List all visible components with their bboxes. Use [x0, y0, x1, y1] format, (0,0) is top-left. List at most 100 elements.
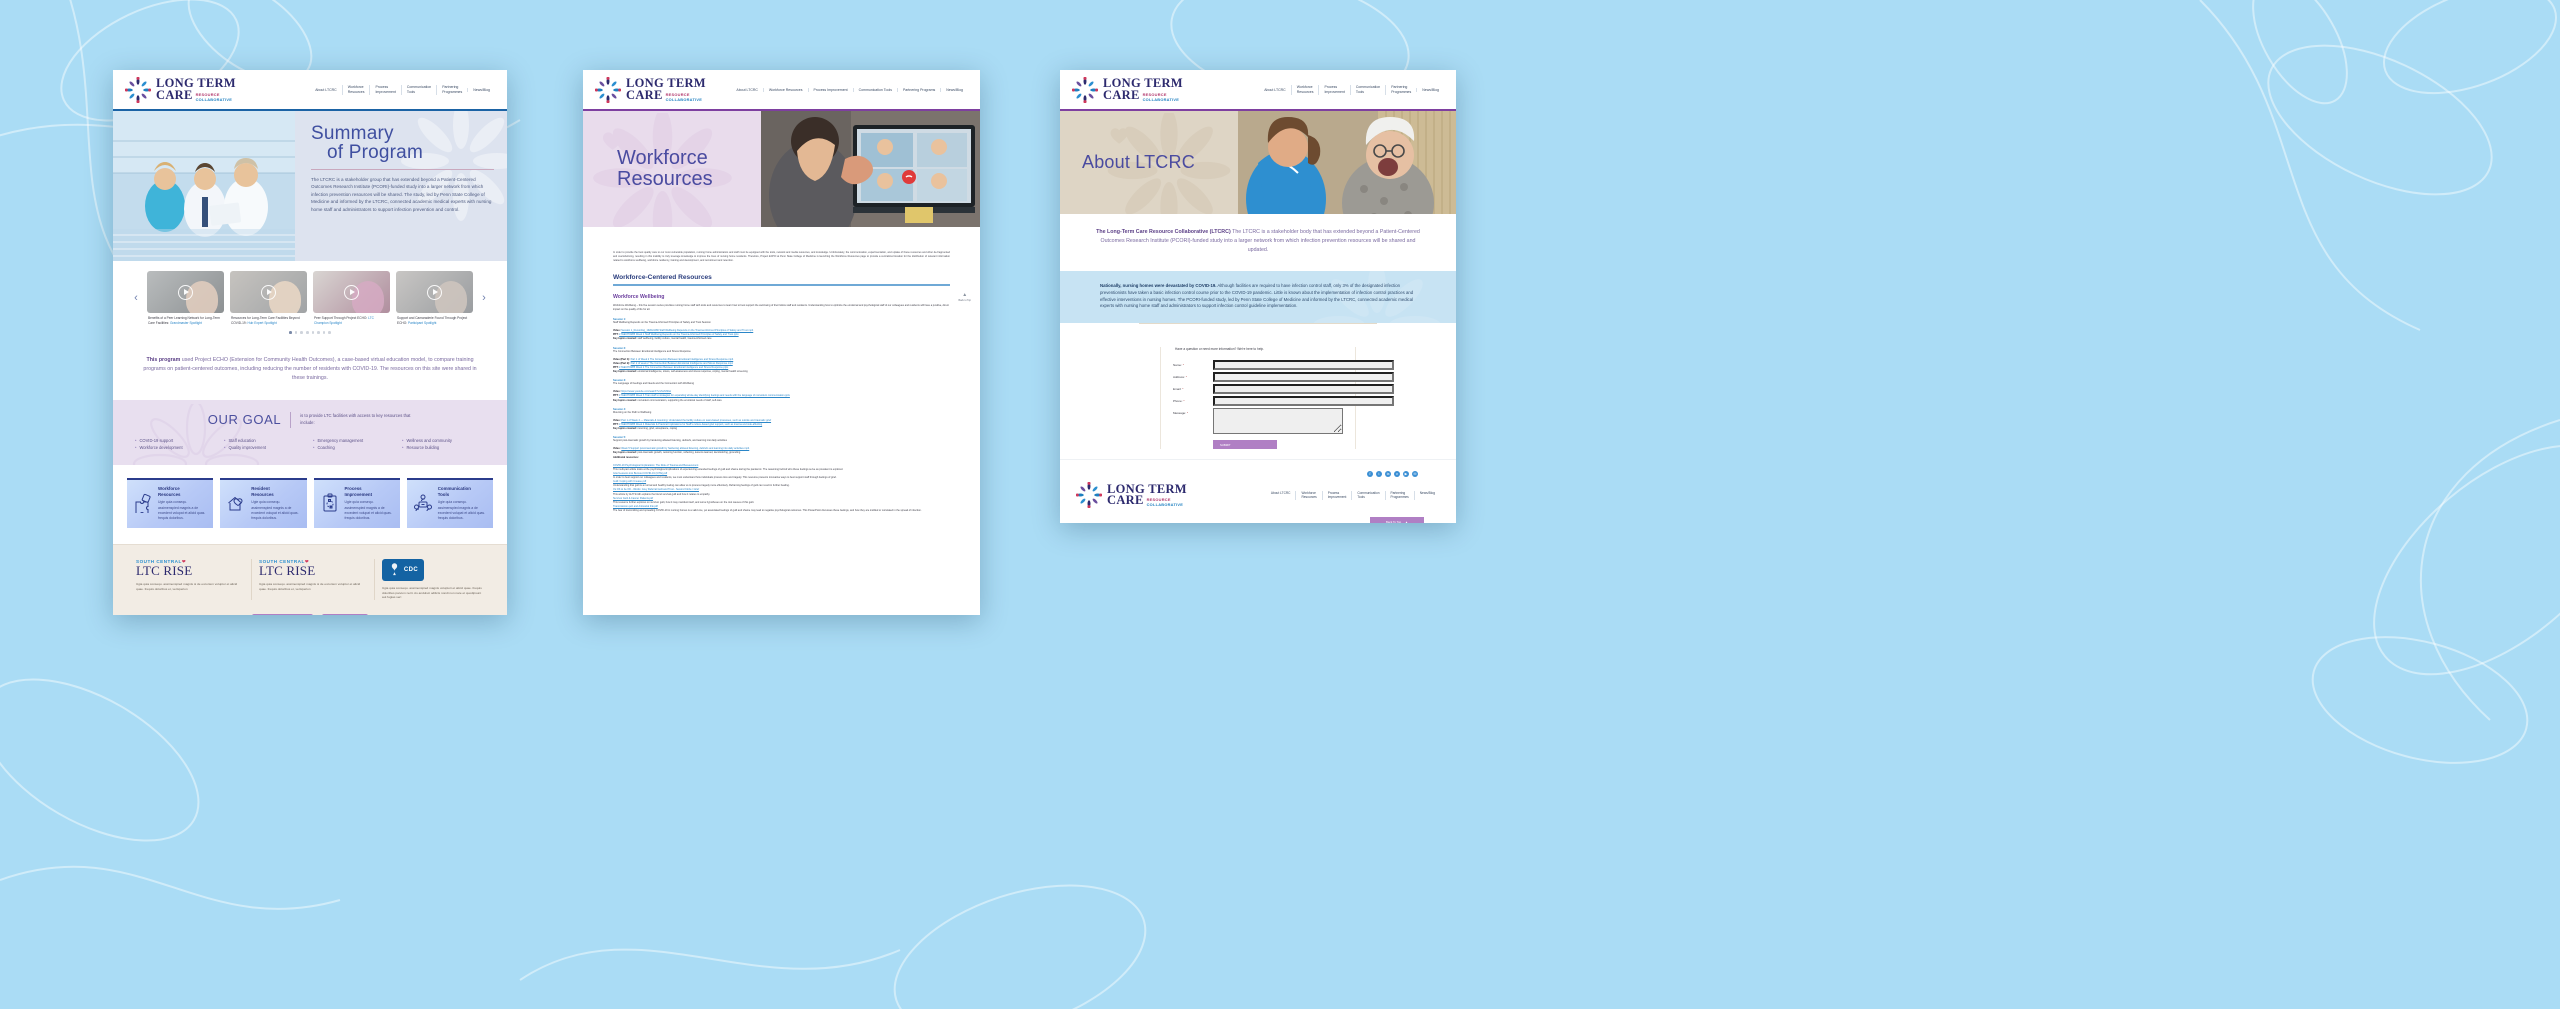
site-logo[interactable]: LONG TERM CARE RESOURCE COLLABORATIVE [125, 77, 236, 103]
footer-nav-partnering-programs[interactable]: Partnering Programmes [1384, 490, 1414, 500]
carousel-dot[interactable] [322, 331, 326, 334]
request-assistance-button[interactable]: Request assistance [321, 614, 368, 615]
email-input[interactable] [1213, 384, 1394, 395]
carousel-dot[interactable] [294, 331, 298, 334]
nav-item-workforce-resources[interactable]: Workforce Resources [762, 87, 808, 93]
back-to-top-button[interactable]: Back To Top ▲ [1370, 517, 1424, 523]
line-link[interactable]: LTGECHO#85 Week 1 Staff Wellbeing Depend… [619, 333, 738, 336]
line-link[interactable]: LTGECHO#85 Week 3 Train staff to strateg… [619, 394, 790, 397]
main-navigation[interactable]: About LTCRC Workforce Resources Process … [1259, 85, 1444, 95]
facebook-icon[interactable]: f [1367, 471, 1373, 478]
video-thumbnail[interactable] [230, 271, 307, 313]
play-icon[interactable] [427, 284, 442, 300]
session-block: Session 1: Staff Wellbeing Depends on th… [613, 318, 950, 342]
linkedin-icon[interactable]: in [1385, 471, 1391, 478]
nav-item-communication-tools[interactable]: Communication Tools [852, 87, 897, 93]
line-link[interactable]: Part 1 of Week 2 The Connection Between … [631, 358, 734, 361]
carousel-slide[interactable]: Benefits of a Peer Learning Network for … [147, 271, 224, 325]
carousel-dot[interactable] [305, 331, 309, 334]
name-input[interactable] [1213, 360, 1394, 371]
line-link[interactable]: LTGECHO#85 Week 2 The Connection Between… [619, 366, 728, 369]
feature-card-communication-tools[interactable]: Communication Tools Ugie quia consequ. a… [406, 477, 493, 528]
carousel-slide[interactable]: Peer Support Through Project ECHO: LTC C… [313, 271, 390, 325]
line-link[interactable]: LTGECHO#85 Week 4 Materials & Practical … [619, 423, 762, 426]
feature-card-resident-resources[interactable]: Resident Resources Ugie quia consequ. as… [220, 477, 307, 528]
back-to-top-link[interactable]: ▲ Back to Top [959, 291, 971, 303]
slide-link[interactable]: Participant Spotlight [408, 321, 436, 325]
message-textarea[interactable] [1213, 408, 1343, 435]
play-icon[interactable] [261, 284, 276, 300]
slide-link[interactable]: Hub Expert Spotlight [247, 321, 276, 325]
nav-item-news-blog[interactable]: News/Blog [467, 87, 495, 93]
carousel-prev-icon[interactable]: ‹ [130, 292, 142, 304]
nav-item-news-blog[interactable]: News/Blog [940, 87, 968, 93]
address-input[interactable] [1213, 372, 1394, 383]
nav-item-communication-tools[interactable]: Communication Tools [400, 85, 436, 95]
nav-item-partnering-programs[interactable]: Partnering Programs [896, 87, 940, 93]
social-links[interactable]: f t in o ▶ ✉ [1076, 471, 1440, 478]
feature-card-workforce-resources[interactable]: Workforce Resources Ugie quia consequ. a… [127, 477, 214, 528]
line-link[interactable]: https://www.youtube.com/watch?v=ZxZn6Nw [621, 390, 671, 393]
site-logo[interactable]: LONG TERM CARE RESOURCE COLLABORATIVE [1072, 77, 1183, 103]
play-icon[interactable] [344, 284, 359, 300]
carousel-dot[interactable] [317, 331, 320, 334]
footer-nav-communication-tools[interactable]: Communication Tools [1351, 490, 1384, 500]
line-link[interactable]: Week 5 Support post-traumatic growth by … [621, 447, 749, 450]
nav-item-process-improvement[interactable]: Process Improvement [369, 85, 400, 95]
site-logo[interactable]: LONG TERM CARE RESOURCE COLLABORATIVE [595, 77, 706, 103]
submit-button[interactable]: SUBMIT [1213, 440, 1277, 450]
nav-item-process-improvement[interactable]: Process Improvement [1318, 85, 1349, 95]
play-icon[interactable] [178, 284, 193, 300]
video-thumbnail[interactable] [313, 271, 390, 313]
carousel-slide[interactable]: Support and Camaraderie Found Through Pr… [396, 271, 473, 325]
footer-logo[interactable]: LONG TERM CARE RESOURCE COLLABORATIVE [1076, 482, 1187, 509]
nav-item-about-ltcrc[interactable]: About LTCRC [1259, 88, 1291, 93]
twitter-icon[interactable]: t [1376, 471, 1382, 478]
email-icon[interactable]: ✉ [1412, 471, 1418, 478]
nav-item-partnering-programs[interactable]: Partnering Programmes [1385, 85, 1416, 95]
resource-link[interactable]: Survivor Guilt & Cancer Patients.pdf [613, 497, 653, 500]
nav-item-communication-tools[interactable]: Communication Tools [1349, 85, 1385, 95]
carousel-dot[interactable] [289, 331, 292, 334]
nav-item-workforce-resources[interactable]: Workforce Resources [341, 85, 370, 95]
nav-item-workforce-resources[interactable]: Workforce Resources [1290, 85, 1319, 95]
carousel-pagination[interactable] [113, 331, 507, 334]
video-thumbnail[interactable] [147, 271, 224, 313]
nav-item-process-improvement[interactable]: Process Improvement [807, 87, 853, 93]
slide-link[interactable]: Grandmaster Spotlight [170, 321, 202, 325]
nav-item-about-ltcrc[interactable]: About LTCRC [310, 88, 342, 93]
main-navigation[interactable]: About LTCRC Workforce Resources Process … [310, 85, 495, 95]
line-link[interactable]: Part 1 of Week 4 — Materials & mourning:… [621, 419, 771, 422]
carousel-dot[interactable] [300, 331, 303, 334]
carousel-dot[interactable] [328, 331, 331, 334]
footer-nav-news-blog[interactable]: News/Blog [1413, 490, 1440, 500]
resource-link[interactable]: It's OK to be OK - Words: Grey Referral … [613, 488, 699, 491]
resource-link[interactable]: Grief Lessons into Burnout COVID-19 (CIT… [613, 472, 667, 475]
line-prefix: Key topics covered: [613, 427, 638, 431]
instagram-icon[interactable]: o [1394, 471, 1400, 478]
video-thumbnail[interactable] [396, 271, 473, 313]
nav-item-news-blog[interactable]: News/Blog [1416, 87, 1444, 93]
nav-item-partnering-programs[interactable]: Partnering Programmes [436, 85, 467, 95]
footer-nav-process-improvement[interactable]: Process Improvement [1321, 490, 1352, 500]
carousel-next-icon[interactable]: › [478, 292, 490, 304]
brand-line-2: CARE [626, 88, 663, 102]
footer-nav-about-ltcrc[interactable]: About LTCRC [1266, 491, 1296, 500]
resource-link[interactable]: Transmission quiz and Antisocial link.pd… [613, 505, 658, 508]
resource-link[interactable]: COVID-19 Psychological Implications: The… [613, 464, 698, 467]
carousel-dot[interactable] [311, 331, 315, 334]
page-workforce-resources: LONG TERM CARE RESOURCE COLLABORATIVE Ab… [583, 70, 980, 514]
feature-card-process-improvement[interactable]: Process Improvement Ugie quia consequ. a… [313, 477, 400, 528]
footer-nav-workforce-resources[interactable]: Workforce Resources [1295, 490, 1321, 500]
footer-navigation[interactable]: About LTCRC Workforce Resources Process … [1266, 490, 1440, 500]
resource-link[interactable]: Guilt: Coping with Unease.pdf [613, 480, 646, 483]
line-link[interactable]: Session 1_Recording_1920x1080 Staff Well… [621, 329, 753, 332]
phone-input[interactable] [1213, 396, 1394, 407]
carousel-slide[interactable]: Resources for Long-Term Care Facilities … [230, 271, 307, 325]
signup-button[interactable]: Sign up for weekly information [252, 614, 313, 615]
nav-item-about-ltcrc[interactable]: About LTCRC [731, 88, 763, 93]
youtube-icon[interactable]: ▶ [1403, 471, 1409, 478]
contact-form[interactable]: Have a question or need more information… [1160, 347, 1394, 450]
main-navigation[interactable]: About LTCRC Workforce Resources Process … [731, 87, 968, 93]
line-link[interactable]: Part 2 of week 2 The Connection Between … [631, 362, 733, 365]
